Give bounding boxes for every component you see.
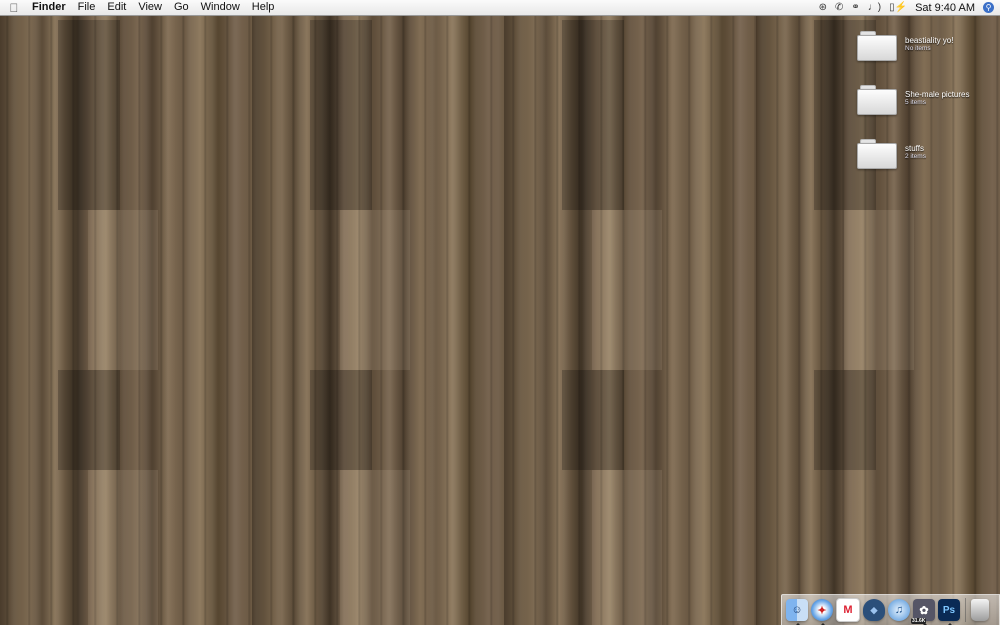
folder-name: She-male pictures bbox=[905, 90, 970, 99]
wifi-icon[interactable]: ⚭ bbox=[851, 0, 859, 15]
phone-icon[interactable]: ✆ bbox=[835, 0, 843, 15]
menu-file[interactable]: File bbox=[72, 0, 102, 15]
wood-plank-shade bbox=[340, 210, 410, 370]
menu-bar:  Finder File Edit View Go Window Help ⊛… bbox=[0, 0, 1000, 16]
folder-name: stuffs bbox=[905, 144, 924, 153]
wood-plank-shade bbox=[814, 370, 876, 470]
volume-icon[interactable]: ♩) bbox=[868, 0, 881, 15]
wood-plank-shade bbox=[562, 370, 624, 470]
menu-clock[interactable]: Sat 9:40 AM bbox=[915, 2, 975, 14]
app2-icon[interactable]: ✿ 31.6K bbox=[911, 599, 935, 625]
folder-item-count: 5 items bbox=[905, 99, 926, 106]
wood-plank-shade bbox=[88, 470, 158, 625]
menu-extras: ⊛ ✆ ⚭ ♩) ▯⚡ Sat 9:40 AM ⚲ bbox=[819, 0, 1000, 15]
itunes-icon[interactable]: ♫ bbox=[888, 599, 910, 621]
desktop-wallpaper:  Finder File Edit View Go Window Help ⊛… bbox=[0, 0, 1000, 625]
menu-go[interactable]: Go bbox=[168, 0, 195, 15]
wood-plank-shade bbox=[844, 210, 914, 370]
desktop-folder[interactable]: stuffs 2 items bbox=[857, 139, 997, 179]
folder-name: beastiality yo! bbox=[905, 36, 954, 45]
menu-window[interactable]: Window bbox=[195, 0, 246, 15]
wood-plank-shade bbox=[88, 210, 158, 370]
wood-plank-shade bbox=[310, 20, 372, 210]
wood-plank-shade bbox=[592, 210, 662, 370]
menu-finder[interactable]: Finder bbox=[28, 0, 72, 15]
menu-view[interactable]: View bbox=[132, 0, 168, 15]
desktop-folder[interactable]: She-male pictures 5 items bbox=[857, 85, 997, 125]
photoshop-icon[interactable]: Ps bbox=[938, 599, 960, 625]
menu-help[interactable]: Help bbox=[246, 0, 281, 15]
wood-plank-shade bbox=[592, 470, 662, 625]
wood-plank-shade bbox=[310, 370, 372, 470]
folder-item-count: 2 items bbox=[905, 153, 926, 160]
folder-item-count: No items bbox=[905, 45, 931, 52]
folder-icon bbox=[857, 31, 897, 61]
safari-icon[interactable]: ✦ bbox=[811, 599, 833, 625]
finder-icon[interactable]: ☺ bbox=[786, 599, 808, 625]
wood-plank-shade bbox=[58, 20, 120, 210]
spotlight-icon[interactable]: ⚲ bbox=[983, 2, 994, 13]
menu-edit[interactable]: Edit bbox=[101, 0, 132, 15]
battery-icon[interactable]: ▯⚡ bbox=[889, 0, 907, 15]
gmail-icon[interactable]: M bbox=[836, 598, 860, 622]
folder-icon bbox=[857, 85, 897, 115]
app-icon[interactable]: ◆ bbox=[863, 599, 885, 621]
dock-separator bbox=[965, 598, 966, 622]
wood-plank-shade bbox=[340, 470, 410, 625]
desktop-folder[interactable]: beastiality yo! No items bbox=[857, 31, 997, 71]
wood-plank-shade bbox=[58, 370, 120, 470]
folder-icon bbox=[857, 139, 897, 169]
wood-plank-shade bbox=[562, 20, 624, 210]
dock: ☺ ✦ M ◆ ♫ ✿ 31.6K Ps bbox=[781, 594, 1000, 625]
apple-icon[interactable]:  bbox=[0, 1, 28, 15]
trash-icon[interactable] bbox=[971, 599, 989, 621]
bluetooth-icon[interactable]: ⊛ bbox=[819, 0, 827, 15]
